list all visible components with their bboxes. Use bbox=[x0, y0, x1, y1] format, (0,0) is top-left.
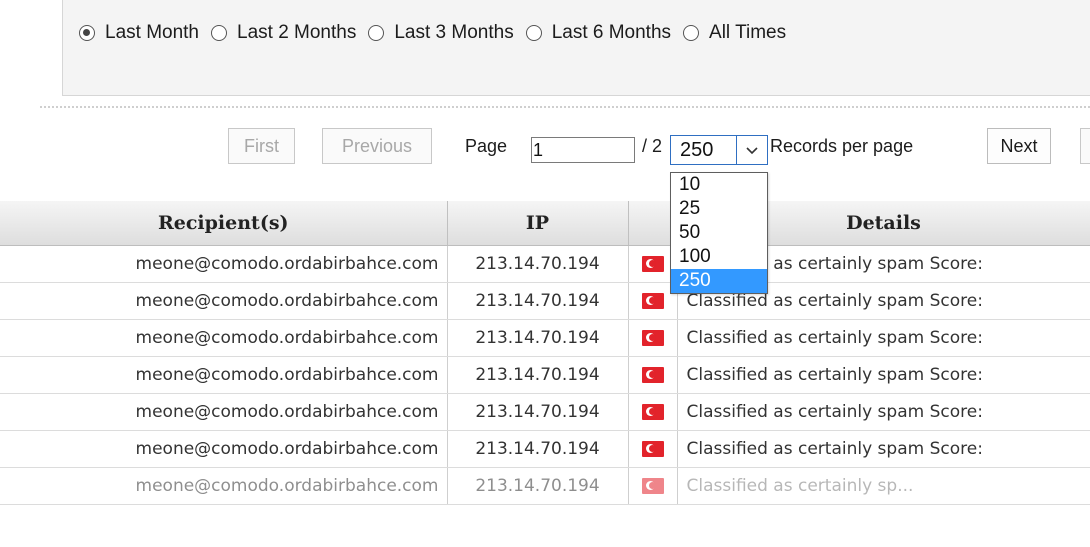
section-divider bbox=[40, 106, 1090, 108]
page-number-input[interactable] bbox=[531, 137, 635, 163]
recipient-cell: meone@comodo.ordabirbahce.com bbox=[0, 393, 448, 431]
radio-label-last-6-months[interactable]: Last 6 Months bbox=[552, 22, 671, 44]
column-header-recipients[interactable]: Recipient(s) bbox=[0, 201, 448, 246]
records-option-50[interactable]: 50 bbox=[671, 221, 767, 245]
last-page-button[interactable] bbox=[1080, 128, 1090, 164]
details-cell: Classified as certainly spam Score: bbox=[677, 430, 1090, 468]
records-per-page-label: Records per page bbox=[770, 136, 914, 156]
country-flag-cell bbox=[628, 467, 678, 505]
table-row[interactable]: meone@comodo.ordabirbahce.com 213.14.70.… bbox=[0, 393, 1090, 431]
details-cell: Classified as certainly spam Score: bbox=[677, 319, 1090, 357]
total-pages-text: / 2 bbox=[642, 136, 663, 156]
records-per-page-dropdown: 10 25 50 100 250 bbox=[670, 172, 768, 294]
turkey-flag-icon bbox=[641, 478, 664, 494]
next-page-button[interactable]: Next bbox=[987, 128, 1051, 164]
details-cell: Classified as certainly spam Score: bbox=[677, 393, 1090, 431]
recipient-cell: meone@comodo.ordabirbahce.com bbox=[0, 319, 448, 357]
turkey-flag-icon bbox=[641, 404, 664, 420]
ip-cell: 213.14.70.194 bbox=[447, 245, 629, 283]
radio-last-month[interactable] bbox=[79, 25, 95, 41]
radio-last-2-months[interactable] bbox=[211, 25, 227, 41]
first-page-button[interactable]: First bbox=[228, 128, 295, 164]
records-per-page-select[interactable]: 250 bbox=[670, 135, 768, 165]
country-flag-cell bbox=[628, 319, 678, 357]
table-row[interactable]: meone@comodo.ordabirbahce.com 213.14.70.… bbox=[0, 430, 1090, 468]
recipient-cell: meone@comodo.ordabirbahce.com bbox=[0, 245, 448, 283]
ip-cell: 213.14.70.194 bbox=[447, 319, 629, 357]
table-row[interactable]: meone@comodo.ordabirbahce.com 213.14.70.… bbox=[0, 356, 1090, 394]
radio-last-3-months[interactable] bbox=[368, 25, 385, 41]
turkey-flag-icon bbox=[641, 441, 664, 457]
records-option-25[interactable]: 25 bbox=[671, 197, 767, 221]
details-cell: Classified as certainly spam Score: bbox=[677, 356, 1090, 394]
turkey-flag-icon bbox=[641, 330, 664, 346]
recipient-cell: meone@comodo.ordabirbahce.com bbox=[0, 282, 448, 320]
quarantine-table: Recipient(s) IP Details meone@comodo.ord… bbox=[0, 201, 1090, 505]
radio-last-6-months[interactable] bbox=[525, 25, 542, 41]
table-row[interactable]: meone@comodo.ordabirbahce.com 213.14.70.… bbox=[0, 282, 1090, 320]
country-flag-cell bbox=[628, 356, 678, 394]
radio-label-all-times[interactable]: All Times bbox=[709, 22, 786, 44]
table-row[interactable]: meone@comodo.ordabirbahce.com 213.14.70.… bbox=[0, 245, 1090, 283]
records-option-100[interactable]: 100 bbox=[671, 245, 767, 269]
radio-label-last-2-months[interactable]: Last 2 Months bbox=[237, 22, 356, 44]
ip-cell: 213.14.70.194 bbox=[447, 430, 629, 468]
turkey-flag-icon bbox=[641, 293, 664, 309]
country-flag-cell bbox=[628, 393, 678, 431]
turkey-flag-icon bbox=[641, 256, 664, 272]
radio-label-last-3-months[interactable]: Last 3 Months bbox=[394, 22, 513, 44]
table-header-row: Recipient(s) IP Details bbox=[0, 201, 1090, 246]
page-label: Page bbox=[465, 136, 508, 156]
ip-cell: 213.14.70.194 bbox=[447, 393, 629, 431]
chevron-down-icon[interactable] bbox=[736, 136, 767, 164]
recipient-cell: meone@comodo.ordabirbahce.com bbox=[0, 356, 448, 394]
recipient-cell: meone@comodo.ordabirbahce.com bbox=[0, 430, 448, 468]
table-row[interactable]: meone@comodo.ordabirbahce.com 213.14.70.… bbox=[0, 319, 1090, 357]
time-range-radio-group: Last Month Last 2 Months Last 3 Months L… bbox=[79, 18, 798, 48]
details-cell: Classified as certainly sp... bbox=[677, 467, 1090, 505]
time-range-filter-panel: Last Month Last 2 Months Last 3 Months L… bbox=[62, 0, 1090, 96]
ip-cell: 213.14.70.194 bbox=[447, 282, 629, 320]
turkey-flag-icon bbox=[641, 367, 664, 383]
column-header-ip[interactable]: IP bbox=[447, 201, 629, 246]
pagination-bar: First Previous Page / 2 250 Records per … bbox=[0, 126, 1090, 176]
records-option-10[interactable]: 10 bbox=[671, 173, 767, 197]
recipient-cell: meone@comodo.ordabirbahce.com bbox=[0, 467, 448, 505]
previous-page-button[interactable]: Previous bbox=[322, 128, 432, 164]
radio-all-times[interactable] bbox=[683, 25, 700, 41]
ip-cell: 213.14.70.194 bbox=[447, 356, 629, 394]
records-option-250[interactable]: 250 bbox=[671, 269, 767, 293]
country-flag-cell bbox=[628, 430, 678, 468]
records-per-page-value: 250 bbox=[680, 139, 714, 161]
table-row[interactable]: meone@comodo.ordabirbahce.com 213.14.70.… bbox=[0, 467, 1090, 505]
ip-cell: 213.14.70.194 bbox=[447, 467, 629, 505]
radio-label-last-month[interactable]: Last Month bbox=[105, 22, 199, 44]
